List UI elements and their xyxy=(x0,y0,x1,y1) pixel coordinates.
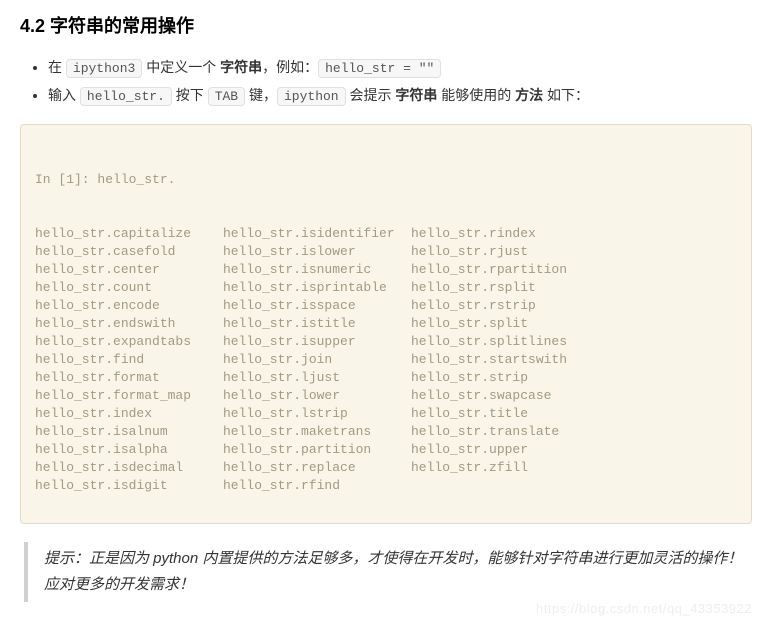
method-name: hello_str.strip xyxy=(411,369,737,387)
method-row: hello_str.findhello_str.joinhello_str.st… xyxy=(35,351,737,369)
method-row: hello_str.formathello_str.ljusthello_str… xyxy=(35,369,737,387)
method-name: hello_str.startswith xyxy=(411,351,737,369)
method-row: hello_str.isalnumhello_str.maketranshell… xyxy=(35,423,737,441)
method-name: hello_str.rstrip xyxy=(411,297,737,315)
text: 输入 xyxy=(48,87,80,103)
method-name: hello_str.isalnum xyxy=(35,423,223,441)
list-item: 输入 hello_str. 按下 TAB 键，ipython 会提示 字符串 能… xyxy=(48,82,752,110)
method-row: hello_str.counthello_str.isprintablehell… xyxy=(35,279,737,297)
method-name: hello_str.casefold xyxy=(35,243,223,261)
method-name: hello_str.lstrip xyxy=(223,405,411,423)
watermark: https://blog.csdn.net/qq_43353922 xyxy=(536,601,752,616)
method-name: hello_str.splitlines xyxy=(411,333,737,351)
method-name: hello_str.endswith xyxy=(35,315,223,333)
inline-code: ipython xyxy=(277,87,346,106)
method-name: hello_str.rfind xyxy=(223,477,411,495)
method-name: hello_str.isidentifier xyxy=(223,225,411,243)
method-name: hello_str.isspace xyxy=(223,297,411,315)
method-name: hello_str.isnumeric xyxy=(223,261,411,279)
method-row: hello_str.isdecimalhello_str.replacehell… xyxy=(35,459,737,477)
tip-blockquote: 提示：正是因为 python 内置提供的方法足够多，才使得在开发时，能够针对字符… xyxy=(24,542,748,602)
inline-code: hello_str. xyxy=(80,87,172,106)
method-name: hello_str.count xyxy=(35,279,223,297)
method-row: hello_str.centerhello_str.isnumerichello… xyxy=(35,261,737,279)
text: 键， xyxy=(245,87,277,103)
text: 按下 xyxy=(172,87,208,103)
method-row: hello_str.capitalizehello_str.isidentifi… xyxy=(35,225,737,243)
method-name: hello_str.find xyxy=(35,351,223,369)
method-name: hello_str.rjust xyxy=(411,243,737,261)
method-row: hello_str.casefoldhello_str.islowerhello… xyxy=(35,243,737,261)
method-row: hello_str.isdigithello_str.rfind xyxy=(35,477,737,495)
text: 能够使用的 xyxy=(437,87,515,103)
method-name: hello_str.replace xyxy=(223,459,411,477)
method-name: hello_str.join xyxy=(223,351,411,369)
method-row: hello_str.endswithhello_str.istitlehello… xyxy=(35,315,737,333)
method-name: hello_str.swapcase xyxy=(411,387,737,405)
method-row: hello_str.expandtabshello_str.isupperhel… xyxy=(35,333,737,351)
text: 如下： xyxy=(543,87,589,103)
bold-text: 字符串 xyxy=(395,87,437,103)
inline-code: hello_str = "" xyxy=(318,59,441,78)
method-name: hello_str.isprintable xyxy=(223,279,411,297)
method-name: hello_str.upper xyxy=(411,441,737,459)
method-name: hello_str.split xyxy=(411,315,737,333)
method-listing: hello_str.capitalizehello_str.isidentifi… xyxy=(35,225,737,495)
method-name: hello_str.maketrans xyxy=(223,423,411,441)
method-name: hello_str.lower xyxy=(223,387,411,405)
method-row: hello_str.isalphahello_str.partitionhell… xyxy=(35,441,737,459)
method-name: hello_str.isdigit xyxy=(35,477,223,495)
text: 中定义一个 xyxy=(142,59,220,75)
method-name: hello_str.ljust xyxy=(223,369,411,387)
method-name: hello_str.format xyxy=(35,369,223,387)
method-name: hello_str.capitalize xyxy=(35,225,223,243)
method-name: hello_str.expandtabs xyxy=(35,333,223,351)
method-row: hello_str.indexhello_str.lstriphello_str… xyxy=(35,405,737,423)
method-name: hello_str.rindex xyxy=(411,225,737,243)
method-name: hello_str.rpartition xyxy=(411,261,737,279)
method-name: hello_str.format_map xyxy=(35,387,223,405)
method-name: hello_str.title xyxy=(411,405,737,423)
method-name: hello_str.isupper xyxy=(223,333,411,351)
method-name: hello_str.index xyxy=(35,405,223,423)
method-name xyxy=(411,477,737,495)
bullet-list: 在 ipython3 中定义一个 字符串，例如：hello_str = "" 输… xyxy=(20,54,752,110)
section-heading: 4.2 字符串的常用操作 xyxy=(20,12,752,38)
text: ，例如： xyxy=(262,59,318,75)
code-block: In [1]: hello_str. hello_str.capitalizeh… xyxy=(20,124,752,524)
list-item: 在 ipython3 中定义一个 字符串，例如：hello_str = "" xyxy=(48,54,752,82)
method-name: hello_str.isalpha xyxy=(35,441,223,459)
method-name: hello_str.partition xyxy=(223,441,411,459)
inline-code: TAB xyxy=(208,87,245,106)
method-name: hello_str.rsplit xyxy=(411,279,737,297)
method-name: hello_str.encode xyxy=(35,297,223,315)
method-name: hello_str.zfill xyxy=(411,459,737,477)
text: 在 xyxy=(48,59,66,75)
method-name: hello_str.center xyxy=(35,261,223,279)
code-prompt-line: In [1]: hello_str. xyxy=(35,171,737,189)
method-name: hello_str.isdecimal xyxy=(35,459,223,477)
method-name: hello_str.istitle xyxy=(223,315,411,333)
method-row: hello_str.format_maphello_str.lowerhello… xyxy=(35,387,737,405)
text: 会提示 xyxy=(346,87,396,103)
method-row: hello_str.encodehello_str.isspacehello_s… xyxy=(35,297,737,315)
method-name: hello_str.islower xyxy=(223,243,411,261)
method-name: hello_str.translate xyxy=(411,423,737,441)
bold-text: 方法 xyxy=(515,87,543,103)
inline-code: ipython3 xyxy=(66,59,142,78)
bold-text: 字符串 xyxy=(220,59,262,75)
